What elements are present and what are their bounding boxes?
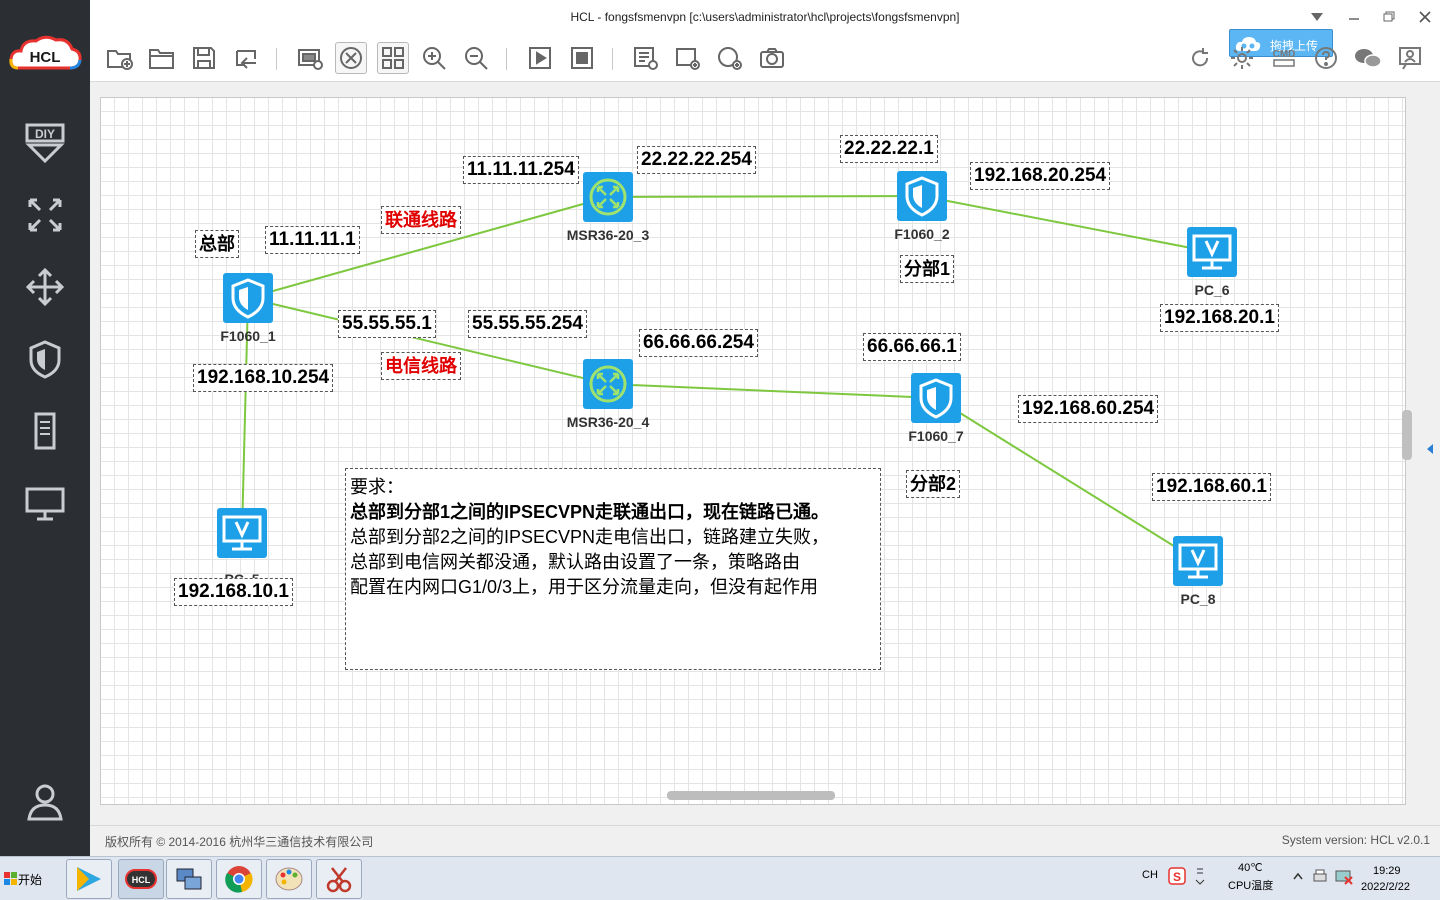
taskbar: 开始 HCL CH S 40℃ CPU温度 19:29 2022/2/22 [0, 856, 1440, 900]
label-ip-192-60-254[interactable]: 192.168.60.254 [1018, 395, 1159, 423]
link-MSR36-20_4-F1060_7[interactable] [607, 383, 937, 399]
device-name-label: F1060_2 [894, 226, 950, 242]
device-name-label: MSR36-20_3 [566, 227, 650, 243]
label-ip-192-10-1[interactable]: 192.168.10.1 [174, 578, 293, 606]
media-player-app[interactable] [66, 859, 112, 899]
windows-icon [4, 872, 17, 885]
pc-device-PC_8[interactable] [1173, 536, 1223, 586]
cpu-temp-label: CPU温度 [1228, 880, 1274, 892]
sogou-input-icon[interactable]: S [1168, 867, 1186, 890]
note-line: 要求： [350, 477, 404, 497]
hcl-app-window: HCL DIY HCL - fongsfsmenvpn [c:\users\ad… [0, 0, 1440, 900]
svg-text:S: S [1173, 870, 1181, 884]
printer-tray-icon[interactable] [1312, 869, 1328, 890]
label-ip-192-20-1[interactable]: 192.168.20.1 [1160, 304, 1279, 332]
label-ip-66-1[interactable]: 66.66.66.1 [863, 333, 961, 361]
label-ip-192-10-254[interactable]: 192.168.10.254 [193, 364, 334, 392]
requirements-note[interactable]: 要求： 总部到分部1之间的IPSECVPN走联通出口，现在链路已通。 总部到分部… [345, 468, 881, 670]
device-name-label: F1060_7 [908, 428, 964, 444]
label-branch2[interactable]: 分部2 [906, 470, 961, 498]
label-ip-11-1[interactable]: 11.11.11.1 [265, 226, 360, 254]
firewall-device-F1060_7[interactable] [911, 373, 961, 423]
label-branch1[interactable]: 分部1 [900, 255, 955, 283]
device-name-label: PC_8 [1180, 591, 1216, 607]
topology-links [241, 195, 1213, 562]
note-line: 总部到分部2之间的IPSECVPN走电信出口，链路建立失败， [350, 527, 830, 547]
cpu-temp: 40℃ [1238, 862, 1263, 874]
label-unicom[interactable]: 联通线路 [381, 206, 461, 234]
version-text: System version: HCL v2.0.1 [1281, 833, 1430, 847]
router-device-MSR36-20_3[interactable] [583, 172, 633, 222]
device-name-label: F1060_1 [220, 328, 276, 344]
network-app[interactable] [166, 859, 212, 899]
router-device-MSR36-20_4[interactable] [583, 359, 633, 409]
firewall-device-F1060_2[interactable] [897, 171, 947, 221]
link-MSR36-20_3-F1060_2[interactable] [607, 195, 923, 198]
firewall-device-F1060_1[interactable] [223, 273, 273, 323]
device-name-label: MSR36-20_4 [566, 414, 650, 430]
start-label: 开始 [18, 872, 43, 887]
label-ip-22-254[interactable]: 22.22.22.254 [637, 146, 756, 174]
label-ip-192-20-254[interactable]: 192.168.20.254 [970, 162, 1111, 190]
note-line: 总部到分部1之间的IPSECVPN走联通出口，现在链路已通。 [350, 502, 830, 522]
svg-text:HCL: HCL [132, 875, 151, 885]
label-ip-55-254[interactable]: 55.55.55.254 [468, 310, 587, 338]
device-name-label: PC_6 [1194, 282, 1230, 298]
copyright-text: 版权所有 © 2014-2016 杭州华三通信技术有限公司 [105, 835, 374, 849]
label-ip-11-254[interactable]: 11.11.11.254 [463, 156, 579, 184]
status-bar: 版权所有 © 2014-2016 杭州华三通信技术有限公司 System ver… [90, 825, 1440, 856]
note-line: 配置在内网口G1/0/3上，用于区分流量走向，但没有起作用 [350, 577, 819, 597]
note-line: 总部到电信网关都没通，默认路由设置了一条，策略路由 [350, 552, 800, 572]
tray-expand-icon[interactable] [1293, 870, 1303, 888]
chrome-app[interactable] [216, 859, 262, 899]
pc-device-PC_5[interactable] [217, 508, 267, 558]
label-ip-22-1[interactable]: 22.22.22.1 [840, 135, 938, 163]
label-ip-66-254[interactable]: 66.66.66.254 [639, 329, 758, 357]
clock-date[interactable]: 2022/2/22 [1361, 881, 1410, 893]
snipping-tool-app[interactable] [316, 859, 362, 899]
pc-device-PC_6[interactable] [1187, 227, 1237, 277]
link-F1060_2-PC_6[interactable] [921, 195, 1213, 253]
network-tray-icon[interactable] [1335, 869, 1353, 890]
clock-time[interactable]: 19:29 [1373, 865, 1401, 877]
start-button[interactable]: 开始 [0, 859, 52, 899]
paint-app[interactable] [266, 859, 312, 899]
language-indicator[interactable]: CH [1142, 869, 1158, 881]
label-ip-55-1[interactable]: 55.55.55.1 [338, 310, 436, 338]
label-telecom[interactable]: 电信线路 [381, 352, 461, 380]
input-settings-icon[interactable] [1195, 865, 1205, 892]
label-ip-192-60-1[interactable]: 192.168.60.1 [1152, 473, 1271, 501]
label-hq[interactable]: 总部 [195, 230, 239, 258]
hcl-app[interactable]: HCL [118, 859, 164, 899]
